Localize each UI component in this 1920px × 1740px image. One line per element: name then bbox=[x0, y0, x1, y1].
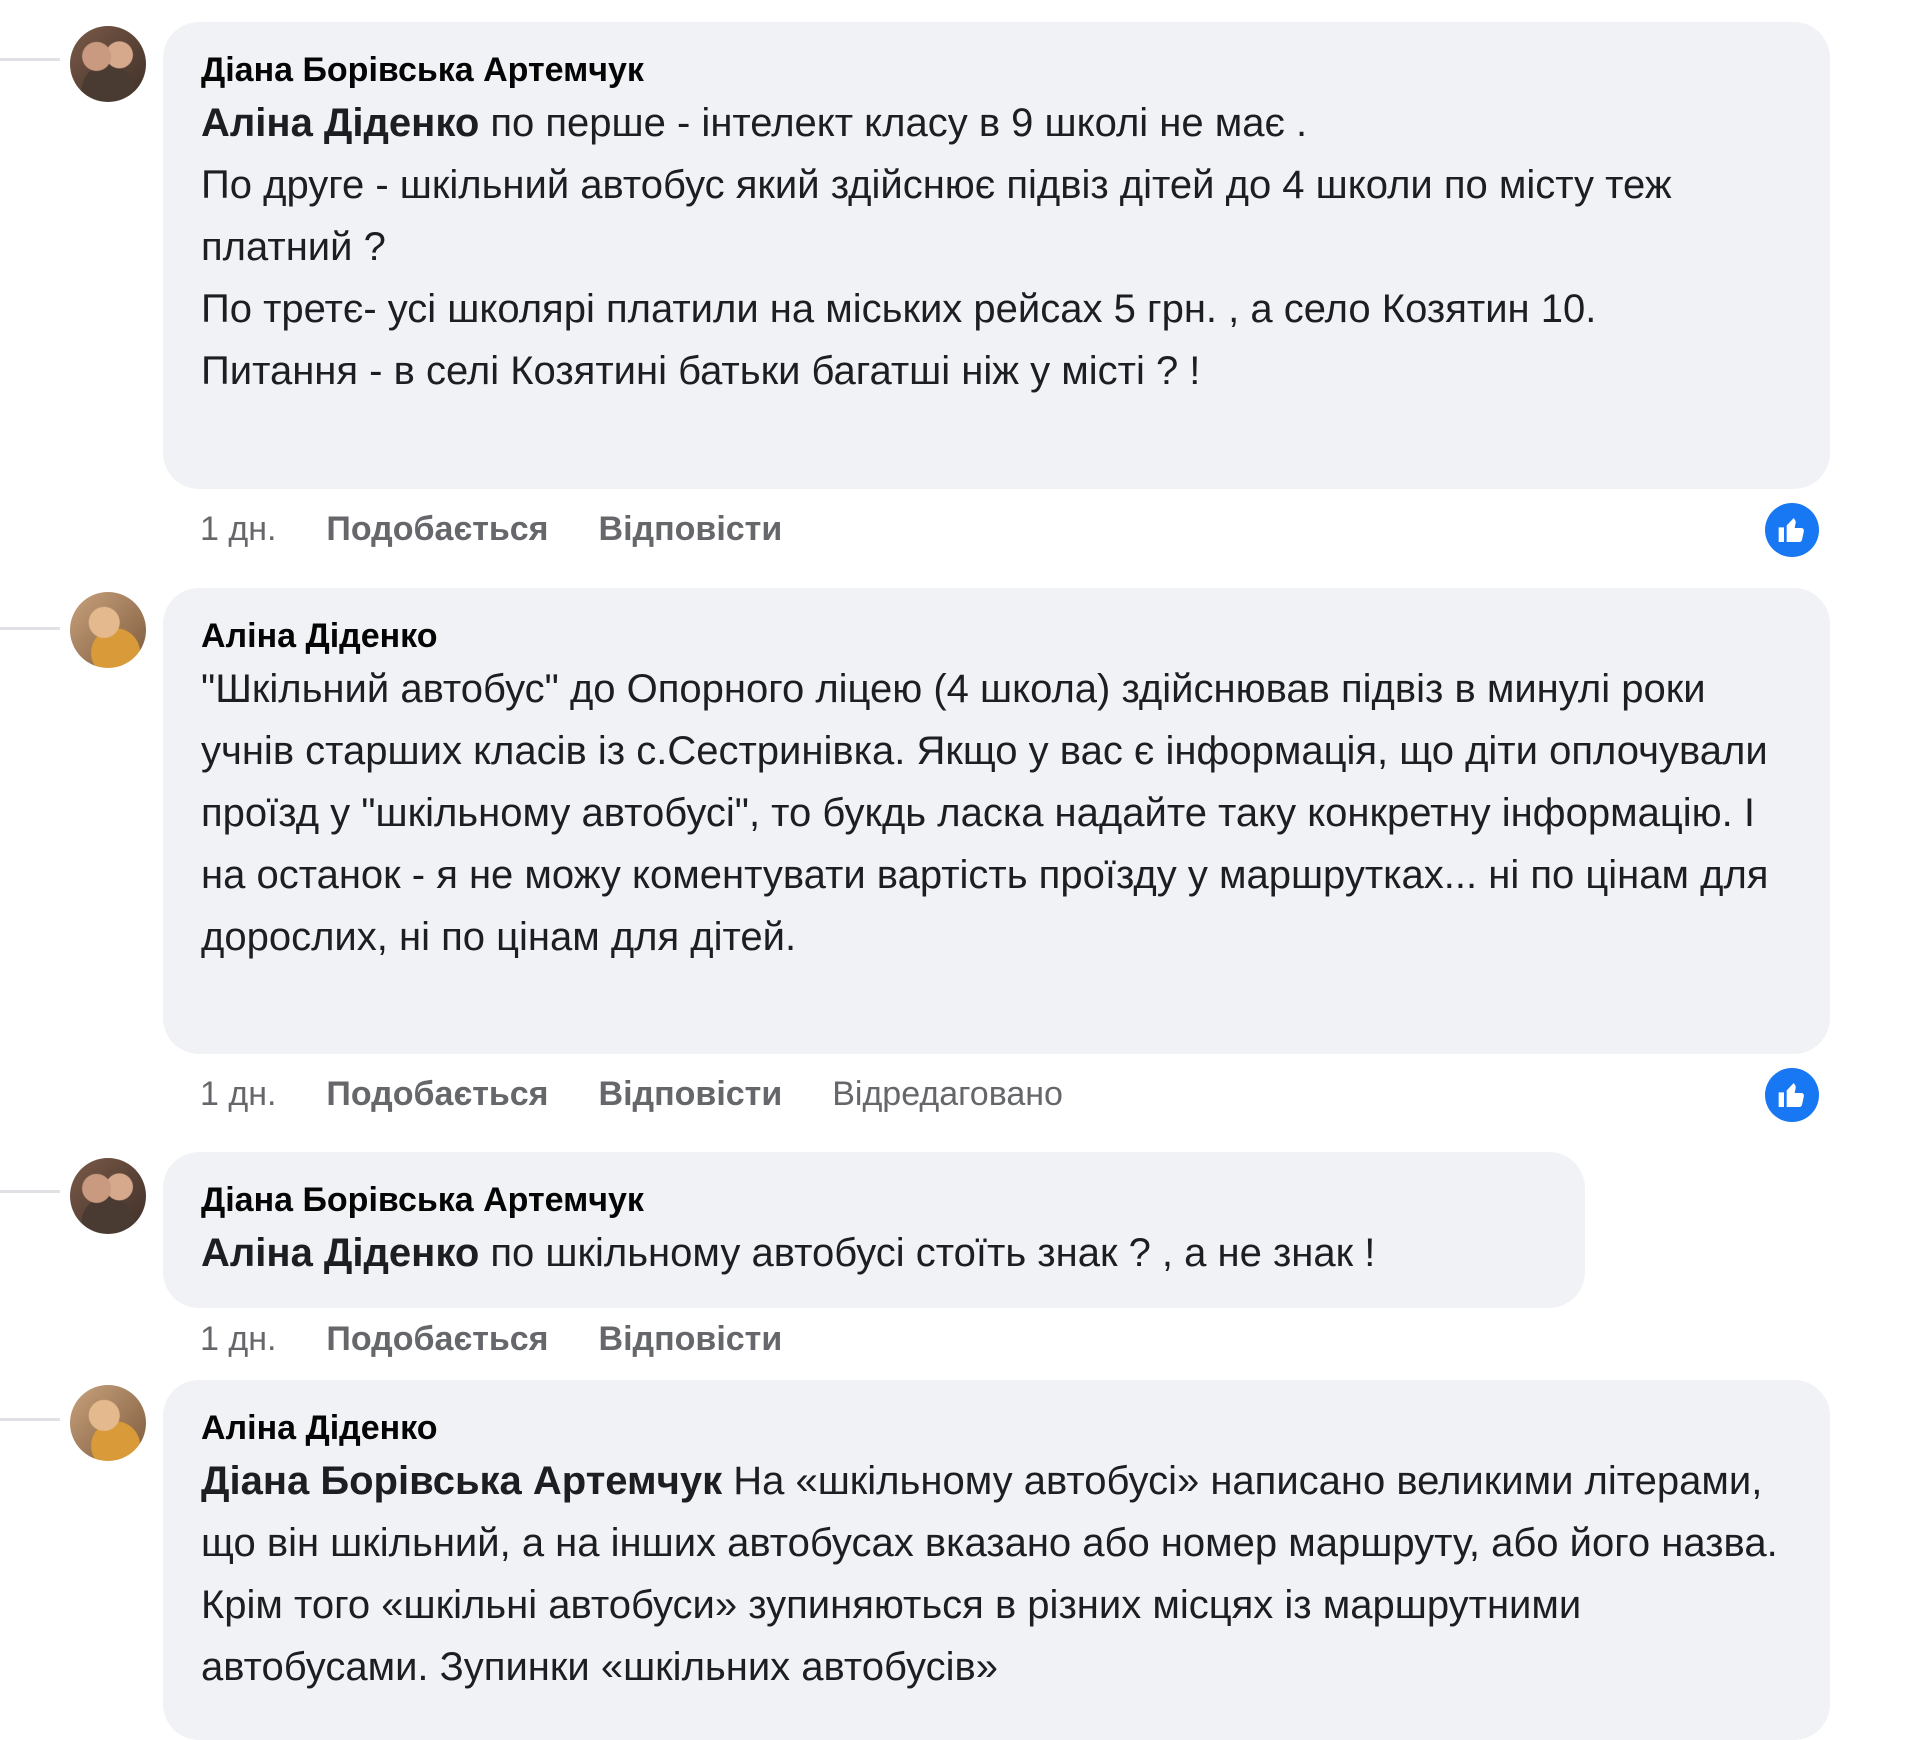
comment-author[interactable]: Діана Борівська Артемчук bbox=[201, 48, 1792, 92]
comment-actions: 1 дн. Подобається Відповісти bbox=[200, 510, 782, 549]
comment-text: Аліна Діденко по перше - інтелект класу … bbox=[201, 92, 1792, 402]
edited-label[interactable]: Відредаговано bbox=[832, 1075, 1063, 1114]
avatar[interactable] bbox=[70, 1158, 146, 1234]
comment-body: "Шкільний автобус" до Опорного ліцею (4 … bbox=[201, 667, 1780, 959]
comment-author[interactable]: Аліна Діденко bbox=[201, 614, 1792, 658]
like-button[interactable]: Подобається bbox=[326, 510, 548, 549]
comment-time[interactable]: 1 дн. bbox=[200, 1320, 276, 1359]
comment-text: Діана Борівська Артемчук На «шкільному а… bbox=[201, 1450, 1792, 1698]
comment-bubble: Діана Борівська Артемчук Аліна Діденко п… bbox=[163, 22, 1830, 489]
avatar[interactable] bbox=[70, 592, 146, 668]
comment-text: Аліна Діденко по шкільному автобусі стої… bbox=[201, 1222, 1547, 1284]
thread-line bbox=[0, 1418, 60, 1421]
mention-link[interactable]: Аліна Діденко bbox=[201, 1231, 479, 1275]
thread-line bbox=[0, 58, 60, 61]
comment-text: "Шкільний автобус" до Опорного ліцею (4 … bbox=[201, 658, 1792, 968]
avatar[interactable] bbox=[70, 26, 146, 102]
avatar[interactable] bbox=[70, 1385, 146, 1461]
thread-line bbox=[0, 627, 60, 630]
mention-link[interactable]: Діана Борівська Артемчук bbox=[201, 1459, 722, 1503]
like-icon[interactable] bbox=[1765, 503, 1819, 557]
comment-bubble: Аліна Діденко "Шкільний автобус" до Опор… bbox=[163, 588, 1830, 1054]
like-icon[interactable] bbox=[1765, 1068, 1819, 1122]
comment-bubble: Аліна Діденко Діана Борівська Артемчук Н… bbox=[163, 1380, 1830, 1740]
comment-actions: 1 дн. Подобається Відповісти Відредагова… bbox=[200, 1075, 1063, 1114]
comment-author[interactable]: Діана Борівська Артемчук bbox=[201, 1178, 1547, 1222]
like-button[interactable]: Подобається bbox=[326, 1320, 548, 1359]
comment-time[interactable]: 1 дн. bbox=[200, 1075, 276, 1114]
comment-body: по шкільному автобусі стоїть знак ? , а … bbox=[479, 1231, 1376, 1275]
comment-bubble: Діана Борівська Артемчук Аліна Діденко п… bbox=[163, 1152, 1585, 1308]
thread-line bbox=[0, 1190, 60, 1193]
comment-actions: 1 дн. Подобається Відповісти bbox=[200, 1320, 782, 1359]
comment-author[interactable]: Аліна Діденко bbox=[201, 1406, 1792, 1450]
like-button[interactable]: Подобається bbox=[326, 1075, 548, 1114]
reply-button[interactable]: Відповісти bbox=[599, 510, 783, 549]
reply-button[interactable]: Відповісти bbox=[599, 1075, 783, 1114]
reply-button[interactable]: Відповісти bbox=[599, 1320, 783, 1359]
mention-link[interactable]: Аліна Діденко bbox=[201, 101, 479, 145]
comment-time[interactable]: 1 дн. bbox=[200, 510, 276, 549]
